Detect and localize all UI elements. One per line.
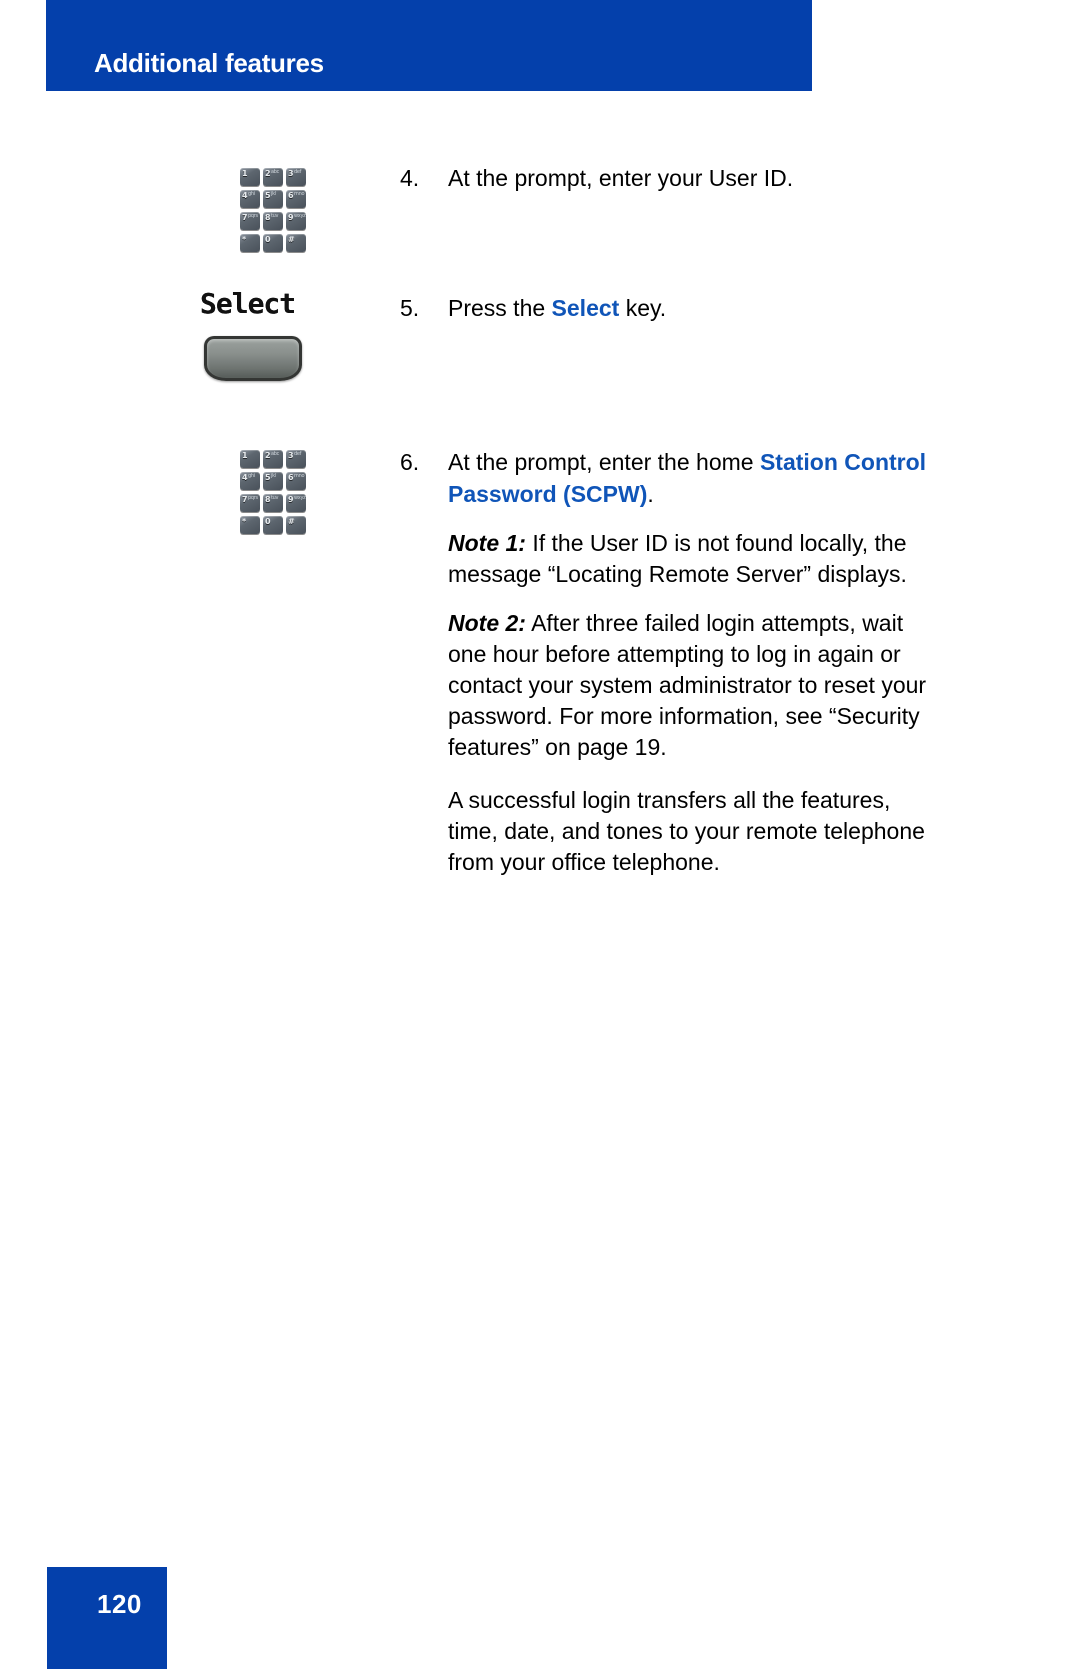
dialpad-key-6: 6 mno — [286, 472, 306, 490]
dialpad-key-digit: 5 — [265, 473, 271, 482]
dialpad-key-digit: 7 — [242, 495, 248, 504]
step-text: At the prompt, enter the home Station Co… — [448, 446, 940, 878]
page-number: 120 — [97, 1589, 142, 1619]
instruction-step-5: 5. Press the Select key. — [400, 292, 940, 324]
step-text: At the prompt, enter your User ID. — [448, 162, 940, 194]
dialpad-key-digit: 9 — [288, 495, 294, 504]
step-number: 5. — [400, 295, 420, 321]
dialpad-key-pound: # — [286, 234, 306, 252]
dialpad-key-letters: pqrs — [248, 213, 258, 219]
dialpad-key-letters: ghi — [248, 191, 255, 197]
select-softkey-display-label: Select — [200, 287, 296, 320]
dialpad-key-digit: 8 — [265, 495, 271, 504]
step-number: 4. — [400, 165, 420, 191]
dialpad-key-digit: 0 — [265, 235, 271, 244]
dialpad-key-letters: jkl — [271, 473, 276, 479]
dialpad-key-9: 9 wxyz — [286, 494, 306, 512]
step-text-segment: Press the — [448, 295, 552, 321]
dialpad-key-digit: # — [288, 517, 295, 526]
dialpad-key-letters: abc — [271, 169, 280, 175]
dialpad-key-letters: tuv — [271, 495, 279, 501]
dialpad-key-6: 6 mno — [286, 190, 306, 208]
dialpad-key-7: 7 pqrs — [240, 212, 260, 230]
dialpad-key-digit: 3 — [288, 169, 294, 178]
dialpad-key-2: 2 abc — [263, 168, 283, 186]
dialpad-key-0: 0 — [263, 234, 283, 252]
dialpad-key-5: 5 jkl — [263, 472, 283, 490]
step-text-segment: . — [647, 481, 654, 507]
step-text-segment: At the prompt, enter your User ID. — [448, 165, 794, 191]
dialpad-key-letters: mno — [294, 473, 305, 479]
dialpad-icon: 1 2 abc 3 def 4 ghi 5 jkl 6 mno 7 pqrs 8 tuv 9w… — [240, 168, 306, 252]
dialpad-key-digit: 2 — [265, 451, 271, 460]
note-label: Note 1: — [448, 530, 526, 556]
dialpad-key-digit: 5 — [265, 191, 271, 200]
illustration-column: 1 2 abc 3 def 4 ghi 5 jkl 6 mno 7 pqrs 8 tuv 9w… — [0, 0, 400, 1669]
dialpad-key-2: 2 abc — [263, 450, 283, 468]
dialpad-key-5: 5 jkl — [263, 190, 283, 208]
dialpad-key-star: * — [240, 516, 260, 534]
dialpad-key-letters: def — [294, 169, 302, 175]
dialpad-key-letters: tuv — [271, 213, 279, 219]
dialpad-key-digit: 7 — [242, 213, 248, 222]
dialpad-key-4: 4 ghi — [240, 190, 260, 208]
dialpad-key-digit: 2 — [265, 169, 271, 178]
dialpad-key-letters: def — [294, 451, 302, 457]
step-text: Press the Select key. — [448, 292, 940, 324]
dialpad-key-letters: wxyz — [294, 213, 306, 219]
step-text-segment: key. — [619, 295, 667, 321]
dialpad-key-3: 3 def — [286, 168, 306, 186]
closing-paragraph: A successful login transfers all the fea… — [448, 787, 925, 875]
dialpad-key-pound: # — [286, 516, 306, 534]
dialpad-key-letters: pqrs — [248, 495, 258, 501]
dialpad-key-star: * — [240, 234, 260, 252]
dialpad-key-digit: # — [288, 235, 295, 244]
dialpad-key-digit: 1 — [242, 451, 248, 460]
dialpad-key-digit: * — [242, 517, 247, 526]
instruction-step-6: 6. At the prompt, enter the home Station… — [400, 446, 940, 878]
dialpad-key-digit: 4 — [242, 191, 248, 200]
page-number-box: 120 — [47, 1567, 167, 1669]
dialpad-key-digit: 9 — [288, 213, 294, 222]
step-keyword: Select — [551, 295, 620, 321]
step-number: 6. — [400, 449, 420, 475]
dialpad-key-letters: mno — [294, 191, 305, 197]
note-2: Note 2: After three failed login attempt… — [448, 608, 940, 763]
dialpad-key-0: 0 — [263, 516, 283, 534]
dialpad-key-1: 1 — [240, 450, 260, 468]
dialpad-key-letters: wxyz — [294, 495, 306, 501]
dialpad-key-digit: 6 — [288, 191, 294, 200]
note-label: Note 2: — [448, 610, 526, 636]
dialpad-key-8: 8 tuv — [263, 494, 283, 512]
instruction-step-4: 4. At the prompt, enter your User ID. — [400, 162, 940, 194]
dialpad-icon: 1 2 abc 3 def 4 ghi 5 jkl 6 mno 7 pqrs 8 tuv 9w… — [240, 450, 306, 534]
dialpad-key-letters: ghi — [248, 473, 255, 479]
step-text-segment: At the prompt, enter the home — [448, 449, 760, 475]
dialpad-key-letters: abc — [271, 451, 280, 457]
dialpad-key-digit: * — [242, 235, 247, 244]
dialpad-key-3: 3 def — [286, 450, 306, 468]
dialpad-key-digit: 4 — [242, 473, 248, 482]
dialpad-key-8: 8 tuv — [263, 212, 283, 230]
dialpad-key-4: 4 ghi — [240, 472, 260, 490]
dialpad-key-1: 1 — [240, 168, 260, 186]
dialpad-key-digit: 1 — [242, 169, 248, 178]
note-1: Note 1: If the User ID is not found loca… — [448, 528, 940, 590]
dialpad-key-digit: 0 — [265, 517, 271, 526]
select-soft-key-button[interactable] — [204, 336, 302, 381]
dialpad-key-digit: 8 — [265, 213, 271, 222]
dialpad-key-7: 7 pqrs — [240, 494, 260, 512]
select-softkey-illustration: Select — [200, 288, 350, 381]
dialpad-key-9: 9 wxyz — [286, 212, 306, 230]
dialpad-key-letters: jkl — [271, 191, 276, 197]
dialpad-key-digit: 3 — [288, 451, 294, 460]
dialpad-key-digit: 6 — [288, 473, 294, 482]
